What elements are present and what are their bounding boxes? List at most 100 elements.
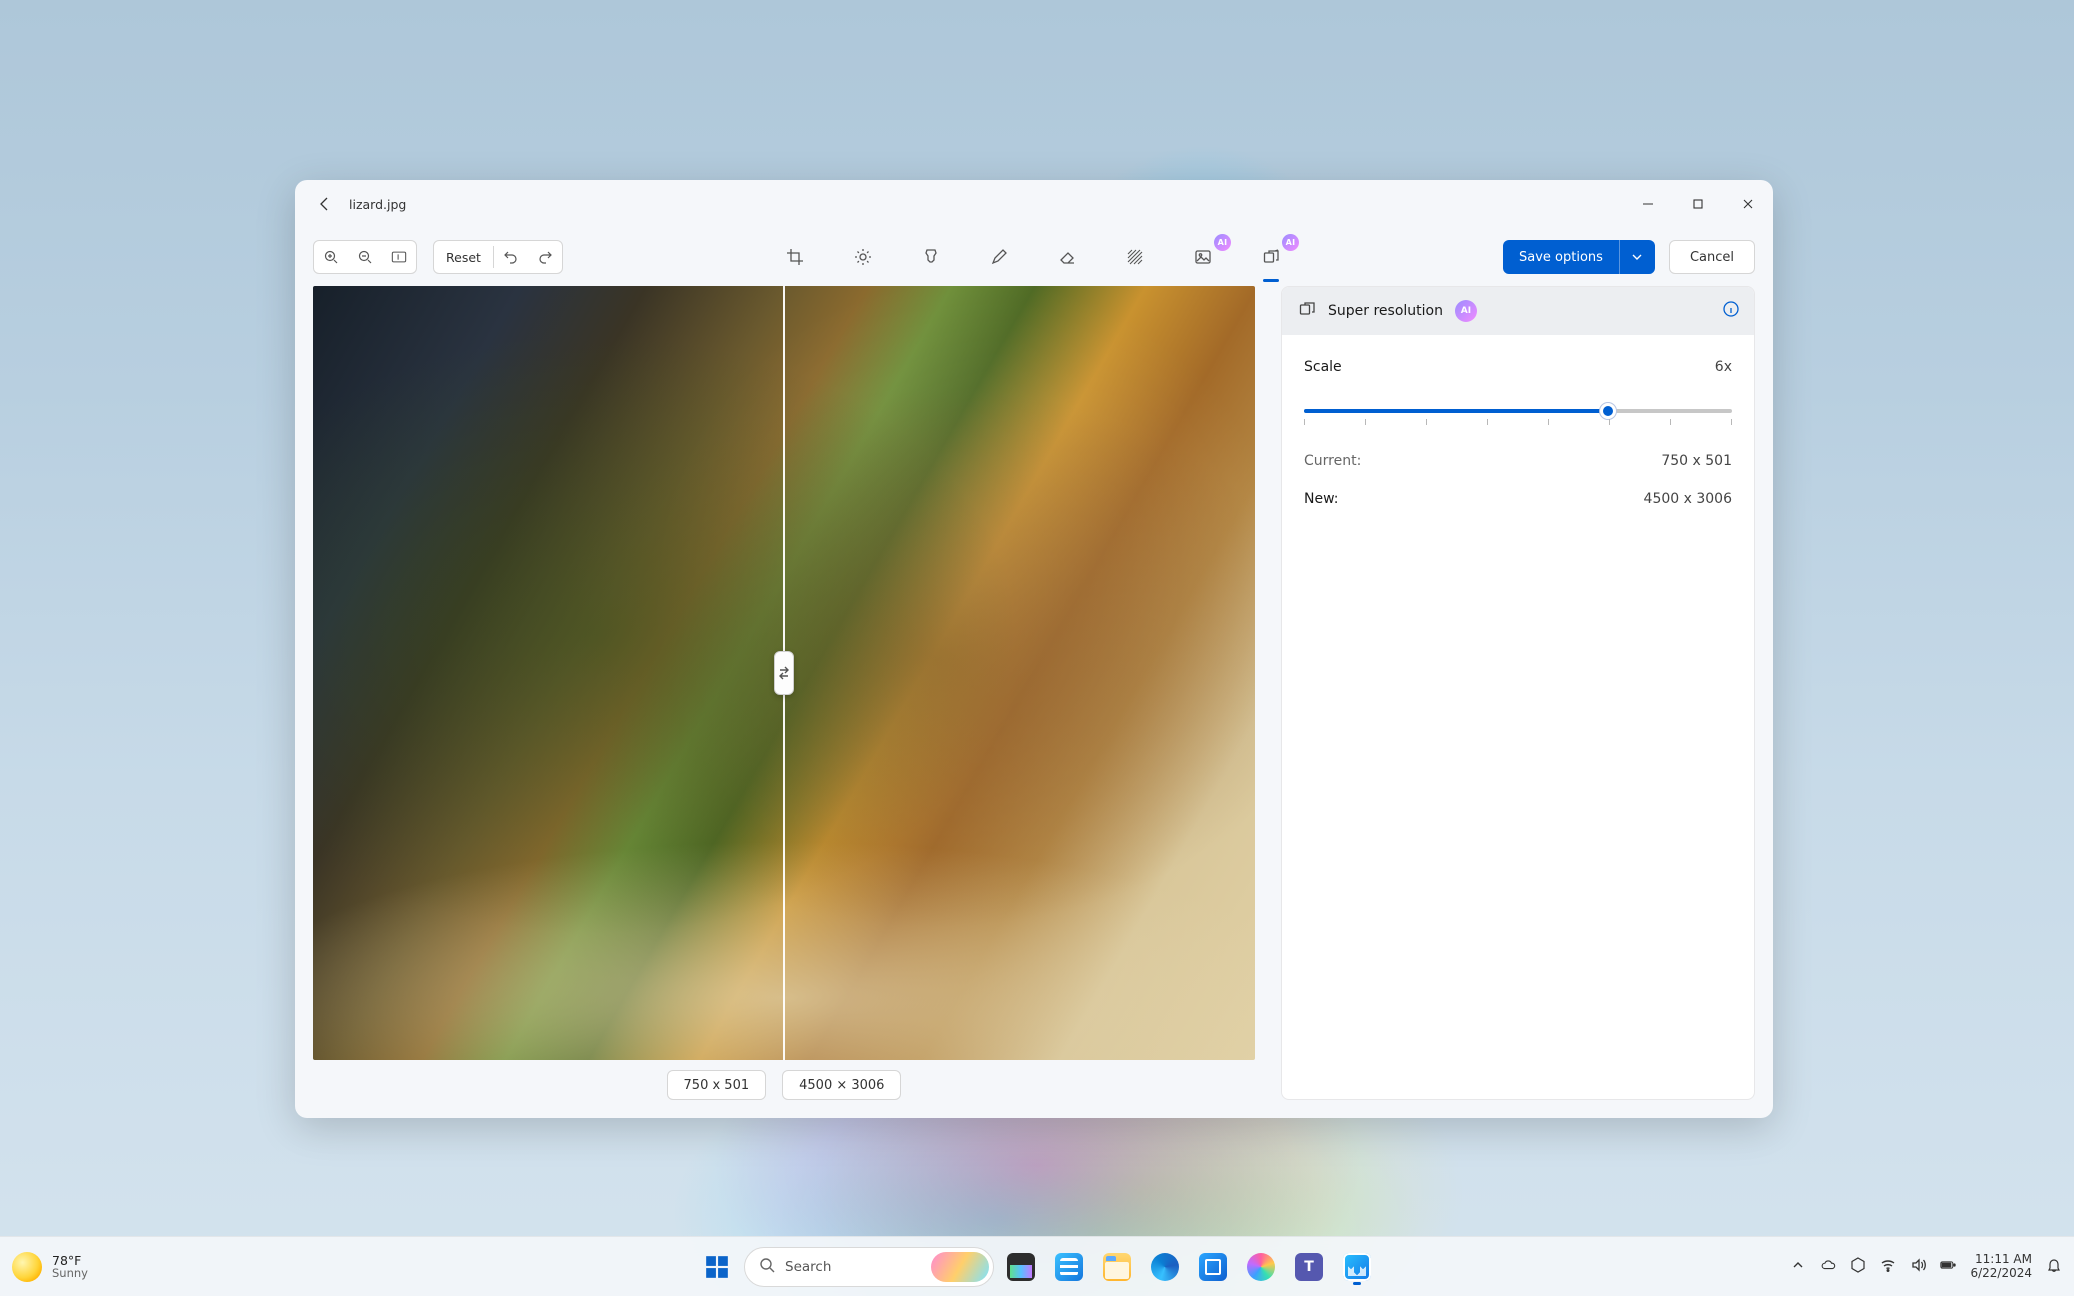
copilot-tray-icon[interactable] [1850, 1257, 1866, 1276]
hex-icon [1850, 1257, 1866, 1273]
eraser-icon [1058, 248, 1076, 266]
slider-ticks [1304, 419, 1732, 425]
clock-date: 6/22/2024 [1970, 1267, 2032, 1280]
filter-icon [922, 248, 940, 266]
sun-icon [12, 1252, 42, 1282]
clock-time: 11:11 AM [1975, 1253, 2032, 1266]
current-size-value: 750 x 501 [1661, 453, 1732, 469]
start-button[interactable] [696, 1246, 738, 1288]
undo-icon [503, 249, 519, 265]
taskbar-weather-widget[interactable]: 78°F Sunny [12, 1252, 88, 1282]
search-decoration [931, 1252, 989, 1282]
super-res-icon [1298, 300, 1316, 322]
taskbar-search[interactable]: Search [744, 1247, 994, 1287]
panel-title: Super resolution [1328, 303, 1443, 319]
copilot-button[interactable] [1240, 1246, 1282, 1288]
redo-button[interactable] [528, 241, 562, 273]
ai-badge: AI [1455, 300, 1477, 322]
panel-header: Super resolution AI [1282, 287, 1754, 335]
adjust-tool-button[interactable] [846, 240, 880, 274]
zoom-in-button[interactable] [314, 241, 348, 273]
copilot-icon [1247, 1253, 1275, 1281]
brightness-icon [854, 248, 872, 266]
notifications-button[interactable] [2046, 1257, 2062, 1276]
info-icon [1722, 300, 1740, 318]
undo-button[interactable] [494, 241, 528, 273]
current-size-row: Current: 750 x 501 [1304, 453, 1732, 469]
dimension-chips: 750 x 501 4500 × 3006 [313, 1070, 1255, 1100]
erase-tool-button[interactable] [1050, 240, 1084, 274]
pen-icon [990, 248, 1008, 266]
volume-tray-icon[interactable] [1910, 1257, 1926, 1276]
widgets-icon [1055, 1253, 1083, 1281]
fit-button[interactable] [382, 241, 416, 273]
new-size-label: New: [1304, 491, 1339, 507]
edit-tools: AI AI [778, 240, 1288, 274]
ai-badge: AI [1214, 234, 1231, 251]
taskbar-center: Search [696, 1246, 1378, 1288]
scale-slider[interactable] [1304, 397, 1732, 431]
system-tray: 11:11 AM 6/22/2024 [1790, 1253, 2062, 1279]
fit-icon [391, 249, 407, 265]
image-ai-icon [1194, 248, 1212, 266]
file-explorer-icon [1103, 1253, 1131, 1281]
zoom-out-button[interactable] [348, 241, 382, 273]
background-icon [1126, 248, 1144, 266]
action-buttons: Save options Cancel [1503, 240, 1755, 274]
file-explorer-button[interactable] [1096, 1246, 1138, 1288]
onedrive-tray-icon[interactable] [1820, 1257, 1836, 1276]
edge-icon [1151, 1253, 1179, 1281]
panel-body: Scale 6x Current: 750 x 501 New: [1282, 335, 1754, 531]
search-icon [759, 1257, 775, 1277]
teams-icon [1295, 1253, 1323, 1281]
taskbar-clock[interactable]: 11:11 AM 6/22/2024 [1970, 1253, 2032, 1279]
save-options-chevron[interactable] [1619, 240, 1655, 274]
new-dimensions-chip: 4500 × 3006 [782, 1070, 901, 1100]
photos-icon [1343, 1253, 1371, 1281]
widgets-button[interactable] [1048, 1246, 1090, 1288]
edge-button[interactable] [1144, 1246, 1186, 1288]
image-canvas-area: 750 x 501 4500 × 3006 [313, 286, 1255, 1100]
store-button[interactable] [1192, 1246, 1234, 1288]
tray-overflow-button[interactable] [1790, 1257, 1806, 1276]
window-maximize-button[interactable] [1673, 180, 1723, 228]
new-size-value: 4500 x 3006 [1644, 491, 1732, 507]
teams-button[interactable] [1288, 1246, 1330, 1288]
photos-editor-window: lizard.jpg Reset [295, 180, 1773, 1118]
compare-slider-handle[interactable] [774, 651, 794, 695]
window-minimize-button[interactable] [1623, 180, 1673, 228]
crop-tool-button[interactable] [778, 240, 812, 274]
zoom-in-icon [323, 249, 339, 265]
task-view-icon [1007, 1253, 1035, 1281]
crop-icon [786, 248, 804, 266]
slider-thumb[interactable] [1600, 403, 1616, 419]
task-view-button[interactable] [1000, 1246, 1042, 1288]
reset-button[interactable]: Reset [434, 250, 493, 265]
image-compare-view[interactable] [313, 286, 1255, 1060]
wifi-icon [1880, 1257, 1896, 1273]
ai-badge: AI [1282, 234, 1299, 251]
history-group: Reset [433, 240, 563, 274]
photos-app-button[interactable] [1336, 1246, 1378, 1288]
battery-tray-icon[interactable] [1940, 1257, 1956, 1276]
super-res-icon [1262, 248, 1280, 266]
save-options-label: Save options [1503, 250, 1619, 265]
original-dimensions-chip: 750 x 501 [667, 1070, 767, 1100]
slider-track-fill [1304, 409, 1608, 413]
save-options-button[interactable]: Save options [1503, 240, 1655, 274]
back-button[interactable] [311, 190, 339, 218]
generative-tool-button[interactable]: AI [1186, 240, 1220, 274]
background-tool-button[interactable] [1118, 240, 1152, 274]
filter-tool-button[interactable] [914, 240, 948, 274]
scale-label: Scale [1304, 359, 1342, 375]
markup-tool-button[interactable] [982, 240, 1016, 274]
network-tray-icon[interactable] [1880, 1257, 1896, 1276]
search-placeholder: Search [785, 1259, 831, 1275]
window-close-button[interactable] [1723, 180, 1773, 228]
super-resolution-tool-button[interactable]: AI [1254, 240, 1288, 274]
window-title: lizard.jpg [349, 197, 406, 212]
cancel-button[interactable]: Cancel [1669, 240, 1755, 274]
battery-icon [1940, 1257, 1956, 1273]
zoom-out-icon [357, 249, 373, 265]
panel-info-button[interactable] [1722, 300, 1740, 322]
